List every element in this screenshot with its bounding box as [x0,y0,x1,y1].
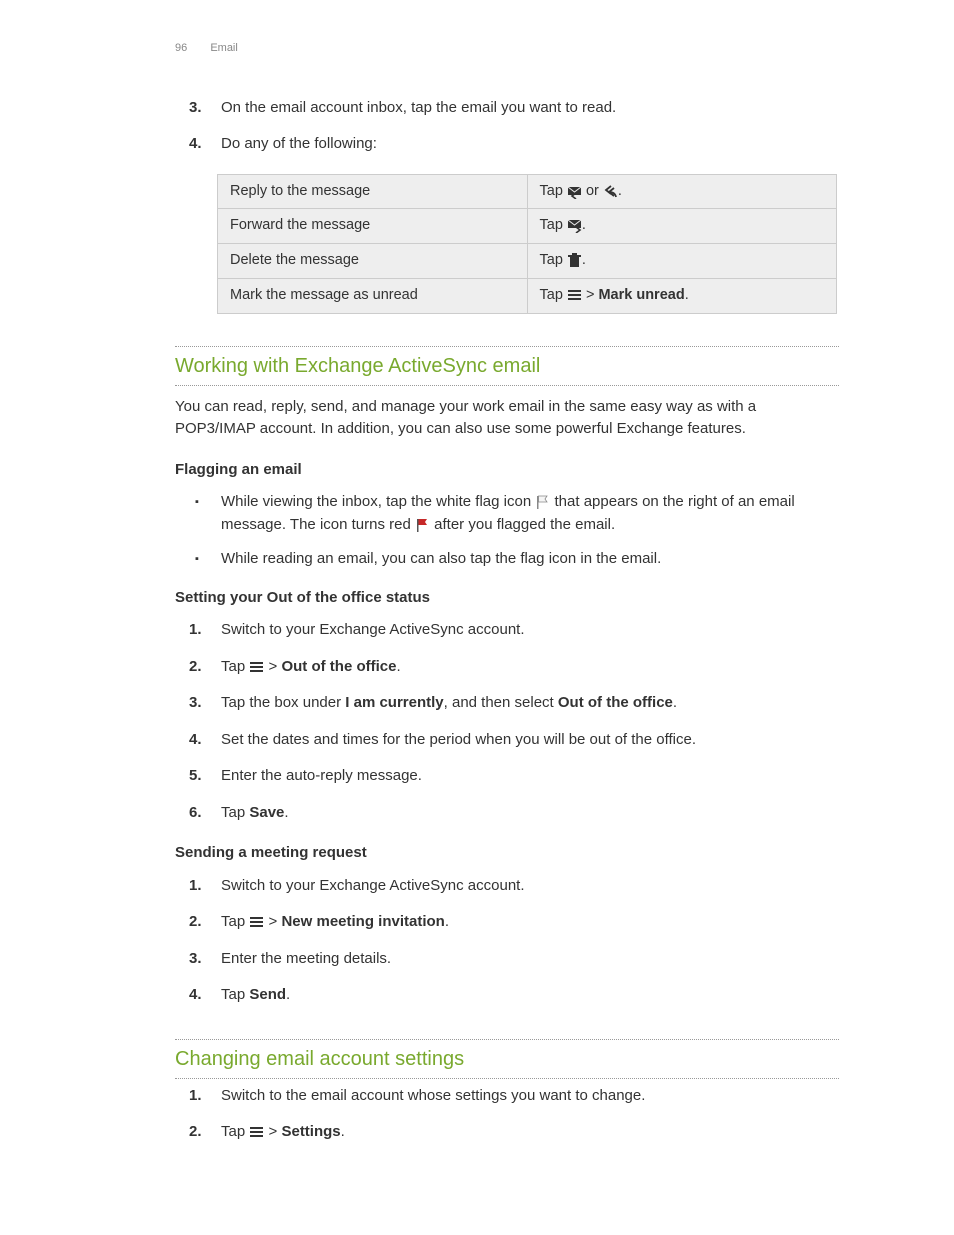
list-item: 4.Tap Send. [217,984,839,1007]
list-text: Tap the box under I am currently, and th… [221,694,677,711]
list-number: 2. [189,1121,202,1144]
list-number: 1. [189,875,202,898]
list-item: 2.Tap > Out of the office. [217,656,839,679]
list-text: Do any of the following: [221,135,377,152]
page-number: 96 [175,42,187,54]
action-instruction: Tap . [527,209,837,244]
list-text: On the email account inbox, tap the emai… [221,99,616,116]
list-number: 4. [189,984,202,1007]
settings-steps: 1. Switch to the email account whose sett… [175,1085,839,1144]
list-text: Tap > Settings. [221,1123,345,1140]
list-text: Enter the meeting details. [221,950,391,967]
list-number: 2. [189,911,202,934]
list-number: 6. [189,802,202,825]
menu-icon [567,288,582,301]
page-header: 96 Email [175,40,839,57]
list-text: Tap Save. [221,804,289,821]
list-number: 4. [189,133,202,156]
bold-text: New meeting invitation [281,913,444,930]
section-heading-activesync: Working with Exchange ActiveSync email [175,346,839,386]
trash-icon [567,253,582,266]
subheading-meeting: Sending a meeting request [175,842,839,865]
table-row: Reply to the messageTap or . [218,174,837,209]
list-number: 5. [189,765,202,788]
bold-text: Out of the office [281,658,396,675]
list-item: 4.Set the dates and times for the period… [217,729,839,752]
list-text: Tap > New meeting invitation. [221,913,449,930]
reply-all-icon [603,184,618,197]
bold-text: Send [249,986,286,1003]
action-instruction: Tap or . [527,174,837,209]
list-item: 2.Tap > New meeting invitation. [217,911,839,934]
list-item: 3.Enter the meeting details. [217,948,839,971]
list-text: Switch to your Exchange ActiveSync accou… [221,621,525,638]
subheading-ooo: Setting your Out of the office status [175,587,839,610]
subheading-flagging: Flagging an email [175,459,839,482]
list-item: 1.Switch to your Exchange ActiveSync acc… [217,875,839,898]
page: 96 Email 3. On the email account inbox, … [0,0,954,1235]
list-item: 2.Tap > Settings. [217,1121,839,1144]
action-name: Reply to the message [218,174,528,209]
list-number: 1. [189,619,202,642]
list-item: While reading an email, you can also tap… [217,548,839,571]
action-instruction: Tap > Mark unread. [527,278,837,313]
list-number: 3. [189,692,202,715]
actions-table: Reply to the messageTap or .Forward the … [217,174,837,314]
list-item: 1.Switch to the email account whose sett… [217,1085,839,1108]
list-item: 3.Tap the box under I am currently, and … [217,692,839,715]
list-number: 4. [189,729,202,752]
meeting-steps: 1. Switch to your Exchange ActiveSync acc… [175,875,839,1007]
list-number: 1. [189,1085,202,1108]
ooo-steps: 1. Switch to your Exchange ActiveSync acc… [175,619,839,824]
list-item: 1.Switch to your Exchange ActiveSync acc… [217,619,839,642]
list-text: Tap Send. [221,986,290,1003]
list-number: 2. [189,656,202,679]
list-text: Switch to your Exchange ActiveSync accou… [221,877,525,894]
action-name: Forward the message [218,209,528,244]
menu-icon [249,1125,264,1138]
forward-icon [567,218,582,231]
chapter-title: Email [210,42,238,54]
action-name: Delete the message [218,244,528,279]
table-row: Delete the messageTap . [218,244,837,279]
table-row: Forward the messageTap . [218,209,837,244]
table-row: Mark the message as unreadTap > Mark unr… [218,278,837,313]
bold-text: Mark unread [598,287,684,303]
list-number: 3. [189,97,202,120]
list-item: 5.Enter the auto-reply message. [217,765,839,788]
action-name: Mark the message as unread [218,278,528,313]
section-heading-settings: Changing email account settings [175,1039,839,1079]
bold-text: Out of the office [558,694,673,711]
bold-text: Save [249,804,284,821]
flag-red-icon [415,518,430,531]
flagging-list: While viewing the inbox, tap the white f… [175,491,839,571]
top-numbered-list: 3. On the email account inbox, tap the e… [175,97,839,156]
list-item: While viewing the inbox, tap the white f… [217,491,839,536]
list-text: Enter the auto-reply message. [221,767,422,784]
bold-text: Settings [281,1123,340,1140]
action-instruction: Tap . [527,244,837,279]
bold-text: I am currently [345,694,443,711]
flag-white-icon [535,495,550,508]
menu-icon [249,660,264,673]
list-text: Set the dates and times for the period w… [221,731,696,748]
menu-icon [249,915,264,928]
section-intro: You can read, reply, send, and manage yo… [175,396,839,441]
list-text: Switch to the email account whose settin… [221,1087,645,1104]
list-text: Tap > Out of the office. [221,658,401,675]
list-number: 3. [189,948,202,971]
list-item: 6.Tap Save. [217,802,839,825]
reply-icon [567,184,582,197]
